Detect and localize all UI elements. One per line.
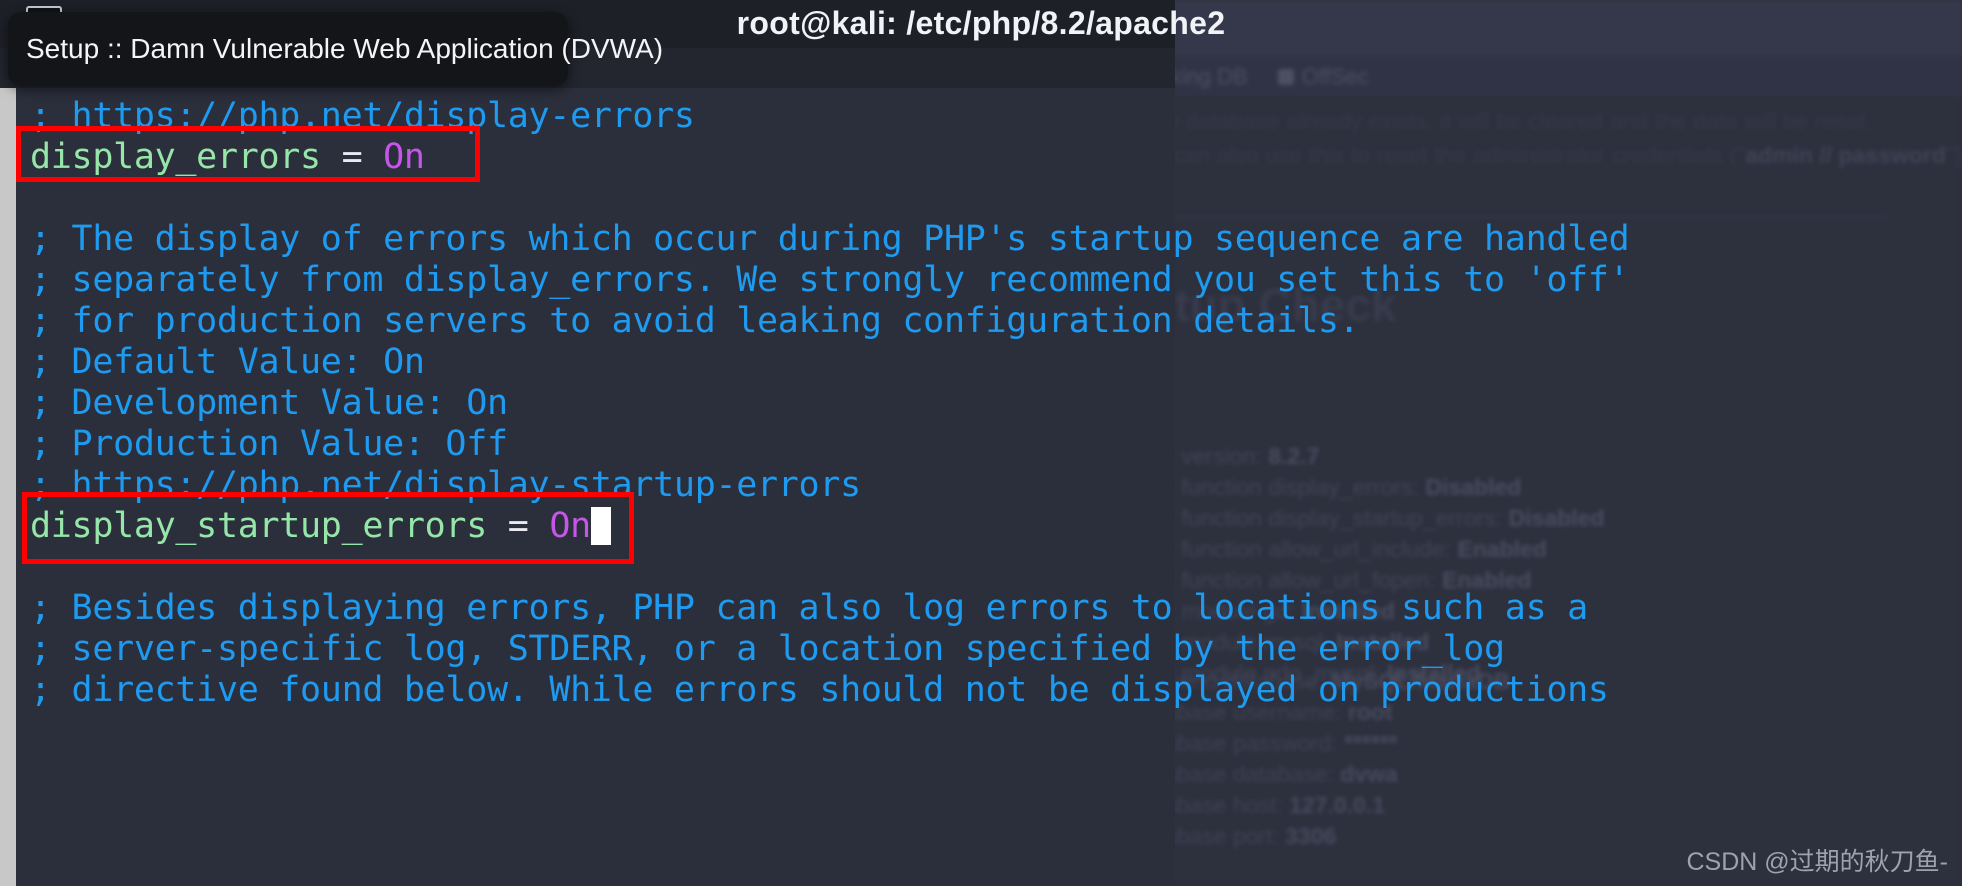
annotation-box-display-errors: [16, 126, 480, 182]
dvwa-check-row: PHP module gd: Installed: [1128, 596, 1604, 627]
terminal-body[interactable]: [0, 88, 1175, 886]
dvwa-database-row: Backend database: MySQL/MariaDB: [1128, 666, 1510, 697]
dvwa-database-value: 3306: [1285, 823, 1337, 849]
dvwa-database-value: root: [1347, 699, 1393, 725]
dvwa-database-value: ******: [1344, 730, 1398, 756]
dvwa-check-label: PHP function allow_url_fopen:: [1128, 567, 1443, 593]
dvwa-intro-text: If the database already exists, it will …: [1128, 104, 1962, 172]
dvwa-check-label: PHP function allow_url_include:: [1128, 536, 1458, 562]
dvwa-database-row: Database host: 127.0.0.1: [1128, 790, 1510, 821]
dvwa-check-row: PHP function allow_url_fopen: Enabled: [1128, 565, 1604, 596]
dvwa-check-label: PHP function display_startup_errors:: [1128, 505, 1509, 531]
dvwa-intro-line1: If the database already exists, it will …: [1128, 108, 1873, 134]
dvwa-check-value: Installed: [1301, 598, 1395, 624]
dvwa-check-value: Disabled: [1508, 505, 1605, 531]
csdn-watermark: CSDN @过期的秋刀鱼-: [1686, 848, 1949, 876]
bookmark-label: OffSec: [1301, 64, 1369, 89]
dvwa-check-value: Disabled: [1425, 474, 1522, 500]
screen-root: If the database already exists, it will …: [0, 0, 1962, 886]
terminal-scrollbar[interactable]: [0, 88, 16, 886]
dvwa-database-row: Database database: dvwa: [1128, 759, 1510, 790]
dvwa-setup-check-list: PHP version: 8.2.7 PHP function display_e…: [1128, 441, 1604, 689]
dvwa-divider: [1128, 216, 1888, 218]
dvwa-database-row: Database username: root: [1128, 697, 1510, 728]
dvwa-database-info-list: Backend database: MySQL/MariaDB Database …: [1128, 666, 1510, 852]
dvwa-database-row: Database port: 3306: [1128, 821, 1510, 852]
dvwa-database-value: MySQL/MariaDB: [1331, 668, 1511, 694]
dvwa-database-row: Database password: ******: [1128, 728, 1510, 759]
dvwa-check-row: PHP module mysql: Installed: [1128, 627, 1604, 658]
dvwa-check-row: PHP version: 8.2.7: [1128, 441, 1604, 472]
dvwa-check-value: Enabled: [1457, 536, 1547, 562]
dvwa-intro-line2: You can also use this to reset the admin…: [1128, 142, 1962, 168]
dvwa-check-value: Enabled: [1442, 567, 1532, 593]
window-title-tooltip: Setup :: Damn Vulnerable Web Application…: [8, 12, 663, 86]
dvwa-check-value: Installed: [1335, 629, 1430, 655]
dvwa-database-value: dvwa: [1340, 761, 1398, 787]
dvwa-check-row: PHP function display_startup_errors: Dis…: [1128, 503, 1604, 534]
dvwa-database-value: 127.0.0.1: [1289, 792, 1386, 818]
bookmark-offsec[interactable]: OffSec: [1277, 64, 1369, 90]
dvwa-check-row: PHP function allow_url_include: Enabled: [1128, 534, 1604, 565]
annotation-box-display-startup-errors: [22, 492, 634, 564]
dvwa-check-value: 8.2.7: [1268, 443, 1320, 469]
dvwa-check-row: PHP function display_errors: Disabled: [1128, 472, 1604, 503]
offsec-icon: [1277, 69, 1294, 85]
tooltip-label: Setup :: Damn Vulnerable Web Application…: [26, 33, 664, 64]
